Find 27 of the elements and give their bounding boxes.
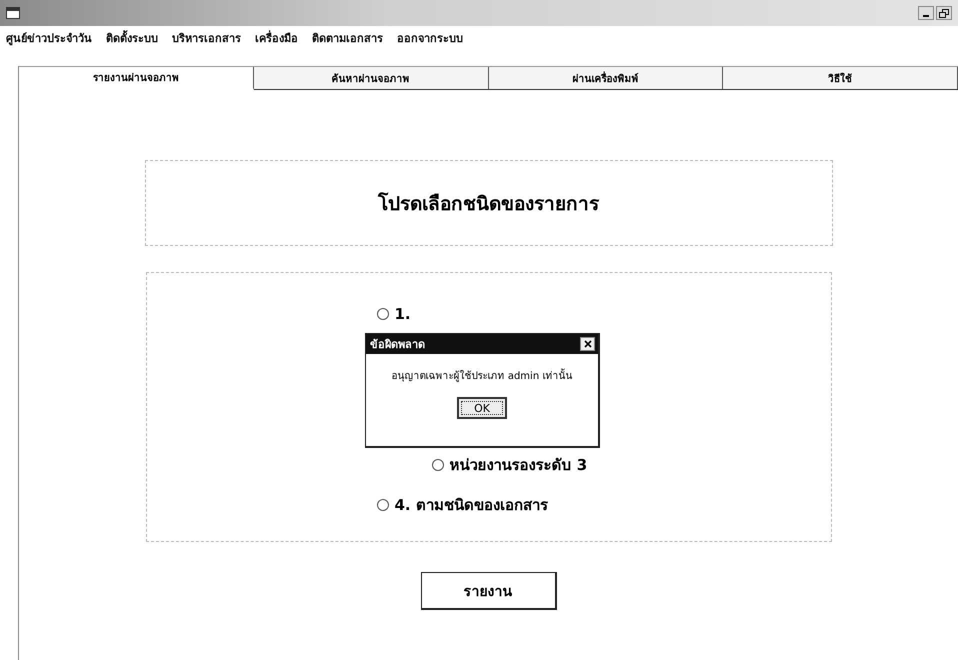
radio-option[interactable]: หน่วยงานรองระดับ 3 [432,453,830,477]
dialog-message: อนุญาตเฉพาะผู้ใช้ประเภท admin เท่านั้น [392,368,572,383]
menu-item[interactable]: ศูนย์ข่าวประจำวัน [6,29,92,47]
ok-button[interactable]: OK [457,397,507,419]
radio-button[interactable] [432,459,444,471]
menu-item[interactable]: ออกจากระบบ [397,29,463,47]
radio-button[interactable] [376,308,388,320]
radio-option[interactable]: 4. ตามชนิดของเอกสาร [376,493,830,517]
radio-button[interactable] [376,499,388,511]
window-icon [6,7,20,19]
menu-item[interactable]: ติดตั้งระบบ [106,29,158,47]
heading: โปรดเลือกชนิดของรายการ [376,191,600,217]
restore-button[interactable] [936,6,952,20]
menu-item[interactable]: บริหารเอกสาร [172,29,241,47]
dialog-title: ข้อผิดพลาด [370,337,425,353]
report-button[interactable]: รายงาน [420,572,556,610]
close-icon [584,340,592,348]
tab[interactable]: วิธีใช้ [723,67,958,89]
menu-item[interactable]: ติดตามเอกสาร [312,29,383,47]
tab[interactable]: ผ่านเครื่องพิมพ์ [488,67,724,89]
tab[interactable]: ค้นหาผ่านจอภาพ [254,67,488,89]
close-button[interactable] [580,337,595,351]
restore-icon [939,8,949,18]
minimize-button[interactable] [918,6,934,20]
menu-item[interactable]: เครื่องมือ [255,29,298,47]
tab[interactable]: รายงานผ่านจอภาพ [19,67,254,90]
radio-option[interactable]: 1. [376,305,830,323]
